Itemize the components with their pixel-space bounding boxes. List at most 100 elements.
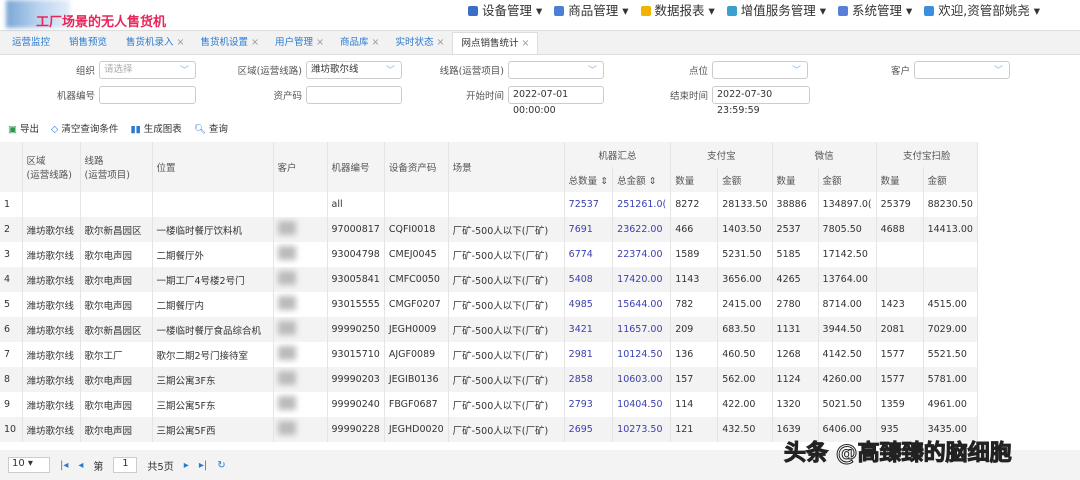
close-icon[interactable]: ×	[436, 37, 444, 48]
scene-header[interactable]: 场景	[448, 142, 565, 192]
table-row[interactable]: 7 潍坊歌尔线 歌尔工厂 歌尔二期2号门接待室 93015710 AJGF0089 厂矿-5…	[0, 342, 978, 367]
line-select[interactable]: ﹀	[508, 61, 604, 79]
page-input[interactable]: 1	[113, 457, 138, 473]
table-cell[interactable]: 5408	[564, 267, 614, 292]
table-row[interactable]: 3 潍坊歌尔线 歌尔电声园 二期餐厅外 93004798 CMEJ0045 厂矿-500人以…	[0, 242, 978, 267]
close-icon[interactable]: ×	[177, 37, 185, 48]
machine-no-header[interactable]: 机器编号	[327, 142, 385, 192]
tab[interactable]: 销售预览	[61, 32, 118, 54]
last-page-icon[interactable]: ▸|	[199, 460, 207, 471]
tab[interactable]: 网点销售统计 ×	[452, 32, 539, 54]
table-cell[interactable]: 15644.00	[612, 292, 672, 317]
top-nav-label: 增值服务管理 ▾	[740, 3, 827, 18]
table-cell[interactable]: 22374.00	[612, 242, 672, 267]
table-cell[interactable]: 2695	[564, 417, 614, 442]
table-cell[interactable]: 17420.00	[612, 267, 672, 292]
table-cell: 97000817	[327, 217, 385, 242]
customer-select[interactable]: ﹀	[914, 61, 1010, 79]
table-cell: 二期餐厅内	[152, 292, 274, 317]
total-qty-header[interactable]: 总数量 ⇕	[564, 167, 614, 192]
position-header[interactable]: 位置	[152, 142, 274, 192]
table-row[interactable]: 4 潍坊歌尔线 歌尔电声园 一期工厂4号楼2号门 93005841 CMFC0050 厂矿-…	[0, 267, 978, 292]
top-nav-item[interactable]: 设备管理 ▾	[468, 0, 542, 19]
table-cell[interactable]: 11657.00	[612, 317, 672, 342]
asset-code-header[interactable]: 设备资产码	[384, 142, 449, 192]
table-cell: 3944.50	[818, 317, 877, 342]
table-cell: 厂矿-500人以下(厂矿)	[448, 217, 565, 242]
table-cell	[273, 242, 328, 267]
blurred-customer	[277, 371, 296, 385]
table-cell	[273, 267, 328, 292]
table-cell: 93005841	[327, 267, 385, 292]
table-cell[interactable]: 10273.50	[612, 417, 672, 442]
asset-input[interactable]	[306, 86, 402, 104]
table-cell[interactable]: 2793	[564, 392, 614, 417]
table-row[interactable]: 2 潍坊歌尔线 歌尔新昌园区 一楼临时餐厅饮料机 97000817 CQFI0018 厂矿-…	[0, 217, 978, 242]
table-row[interactable]: 9 潍坊歌尔线 歌尔电声园 三期公寓5F东 99990240 FBGF0687 厂矿-500…	[0, 392, 978, 417]
table-cell: 歌尔新昌园区	[80, 317, 153, 342]
table-cell[interactable]: 2858	[564, 367, 614, 392]
top-nav-item[interactable]: 商品管理 ▾	[554, 0, 629, 19]
page-size-select[interactable]: 10 ▾	[8, 457, 50, 473]
close-icon[interactable]: ×	[521, 38, 529, 49]
tab[interactable]: 实时状态 ×	[387, 32, 452, 54]
close-icon[interactable]: ×	[316, 37, 324, 48]
table-cell[interactable]: 23622.00	[612, 217, 672, 242]
tab[interactable]: 售货机录入 ×	[118, 32, 192, 54]
machine-label: 机器编号	[56, 91, 95, 102]
total-amount-header[interactable]: 总金额 ⇕	[612, 167, 672, 192]
top-nav-item[interactable]: 系统管理 ▾	[838, 0, 912, 19]
table-cell: 潍坊歌尔线	[22, 242, 81, 267]
next-page-icon[interactable]: ▸	[184, 460, 189, 471]
tab-label: 用户管理	[275, 37, 314, 48]
close-icon[interactable]: ×	[251, 37, 259, 48]
top-nav-item[interactable]: 欢迎,资管部姚尧 ▾	[924, 0, 1040, 19]
table-cell[interactable]: 10124.50	[612, 342, 672, 367]
table-row[interactable]: 8 潍坊歌尔线 歌尔电声园 三期公寓3F东 99990203 JEGIB0136 厂矿-50…	[0, 367, 978, 392]
table-cell: 1577	[876, 367, 924, 392]
table-row[interactable]: 6 潍坊歌尔线 歌尔新昌园区 一楼临时餐厅食品综合机 99990250 JEGH0009 厂…	[0, 317, 978, 342]
table-cell	[273, 367, 328, 392]
top-nav-item[interactable]: 增值服务管理 ▾	[726, 0, 827, 19]
tab[interactable]: 售货机设置 ×	[193, 32, 267, 54]
chevron-down-icon: ﹀	[385, 66, 395, 76]
blurred-customer	[277, 321, 296, 335]
chart-button[interactable]: ▮▮ 生成图表	[130, 121, 181, 135]
table-cell[interactable]: 7691	[564, 217, 614, 242]
top-nav-item[interactable]: 数据报表 ▾	[640, 0, 715, 19]
table-cell[interactable]: 3421	[564, 317, 614, 342]
table-cell[interactable]: 2981	[564, 342, 614, 367]
close-icon[interactable]: ×	[372, 37, 380, 48]
table-cell[interactable]: 72537	[564, 192, 614, 217]
line-header[interactable]: 线路 (运营项目)	[80, 142, 153, 192]
clear-button[interactable]: ◇ 清空查询条件	[51, 121, 118, 135]
table-cell[interactable]: 10603.00	[612, 367, 672, 392]
org-select[interactable]: 请选择 ﹀	[99, 61, 196, 79]
area-select[interactable]: 潍坊歌尔线 ﹀	[306, 61, 402, 79]
table-cell: 2081	[876, 317, 924, 342]
table-cell	[876, 242, 924, 267]
customer-header[interactable]: 客户	[273, 142, 328, 192]
table-cell[interactable]: 10404.50	[612, 392, 672, 417]
point-select[interactable]: ﹀	[712, 61, 808, 79]
table-cell[interactable]: 4985	[564, 292, 614, 317]
table-cell[interactable]: 251261.0(	[612, 192, 672, 217]
export-button[interactable]: ▣ 导出	[8, 121, 39, 135]
prev-page-icon[interactable]: ◂	[78, 460, 83, 471]
tab[interactable]: 商品库 ×	[332, 32, 387, 54]
start-time-input[interactable]: 2022-07-01 00:00:00	[508, 86, 604, 116]
table-cell: 9	[0, 392, 23, 417]
first-page-icon[interactable]: |◂	[60, 460, 68, 471]
table-cell[interactable]: 6774	[564, 242, 614, 267]
end-time-input[interactable]: 2022-07-30 23:59:59	[712, 86, 810, 116]
table-row[interactable]: 5 潍坊歌尔线 歌尔电声园 二期餐厅内 93015555 CMGF0207 厂矿-500人以…	[0, 292, 978, 317]
refresh-icon[interactable]: ↻	[217, 460, 225, 471]
machine-input[interactable]	[99, 86, 196, 104]
tab[interactable]: 运营监控	[4, 32, 61, 54]
table-row[interactable]: 1 all 72537 251261.0(8272 28133.50 38886 13489…	[0, 192, 978, 217]
table-cell: 潍坊歌尔线	[22, 217, 81, 242]
tab[interactable]: 用户管理 ×	[267, 32, 332, 54]
table-cell: 歌尔电声园	[80, 267, 153, 292]
area-header[interactable]: 区域 (运营线路)	[22, 142, 81, 192]
query-button[interactable]: 🔍︎ 查询	[194, 121, 228, 135]
